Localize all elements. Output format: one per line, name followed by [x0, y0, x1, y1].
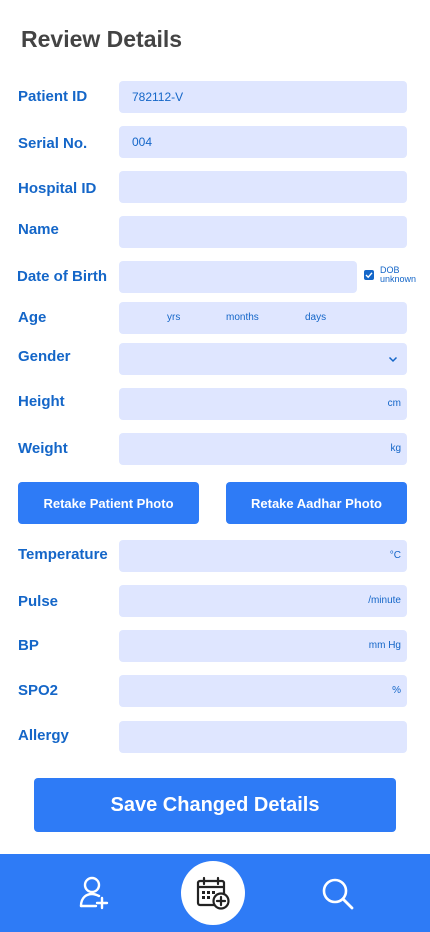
nav-appointment[interactable] [181, 861, 245, 925]
dob-field[interactable] [119, 261, 357, 293]
weight-unit: kg [390, 443, 401, 454]
patient-id-field[interactable]: 782112-V [119, 81, 407, 113]
patient-id-value: 782112-V [132, 90, 184, 104]
retake-aadhar-photo-button[interactable]: Retake Aadhar Photo [226, 482, 407, 524]
height-label: Height [18, 393, 65, 410]
gender-select[interactable] [119, 343, 407, 375]
nav-add-patient[interactable] [78, 875, 110, 916]
page-title: Review Details [21, 26, 183, 52]
allergy-label: Allergy [18, 727, 69, 744]
dob-unknown-checkbox[interactable] [364, 270, 374, 280]
search-icon [322, 878, 354, 910]
weight-field[interactable]: kg [119, 433, 407, 465]
temperature-field[interactable]: °C [119, 540, 407, 572]
age-field[interactable]: yrs months days [119, 302, 407, 334]
chevron-down-icon [388, 356, 398, 363]
dob-unknown-label: DOB unknown [380, 266, 416, 284]
spo2-unit: % [392, 685, 401, 696]
add-patient-icon [79, 876, 109, 910]
patient-id-label: Patient ID [18, 88, 88, 105]
pulse-unit: /minute [368, 595, 401, 606]
save-changed-details-button[interactable]: Save Changed Details [34, 778, 396, 832]
gender-label: Gender [18, 348, 71, 365]
name-label: Name [18, 221, 59, 238]
bp-unit: mm Hg [368, 640, 401, 651]
name-field[interactable] [119, 216, 407, 248]
temperature-unit: °C [389, 550, 401, 561]
bp-field[interactable]: mm Hg [119, 630, 407, 662]
dob-unknown-line2: unknown [380, 274, 417, 284]
pulse-label: Pulse [18, 593, 59, 610]
calendar-add-icon [196, 876, 230, 910]
serial-no-field[interactable]: 004 [119, 126, 407, 158]
hospital-id-field[interactable] [119, 171, 407, 203]
age-years-unit: yrs [167, 312, 181, 323]
retake-patient-photo-button[interactable]: Retake Patient Photo [18, 482, 199, 524]
age-months-unit: months [226, 312, 259, 323]
age-days-unit: days [305, 312, 327, 323]
height-unit: cm [387, 398, 401, 409]
allergy-field[interactable] [119, 721, 407, 753]
bp-label: BP [18, 637, 39, 654]
temperature-label: Temperature [18, 546, 108, 563]
bottom-navigation [0, 854, 430, 932]
nav-search[interactable] [320, 876, 356, 917]
spo2-field[interactable]: % [119, 675, 407, 707]
serial-no-label: Serial No. [18, 135, 88, 152]
weight-label: Weight [18, 440, 68, 457]
age-label: Age [18, 309, 47, 326]
serial-no-value: 004 [132, 135, 153, 149]
dob-label: Date of Birth [17, 268, 107, 285]
check-icon [365, 272, 373, 279]
pulse-field[interactable]: /minute [119, 585, 407, 617]
spo2-label: SPO2 [18, 682, 59, 699]
hospital-id-label: Hospital ID [18, 180, 97, 197]
height-field[interactable]: cm [119, 388, 407, 420]
